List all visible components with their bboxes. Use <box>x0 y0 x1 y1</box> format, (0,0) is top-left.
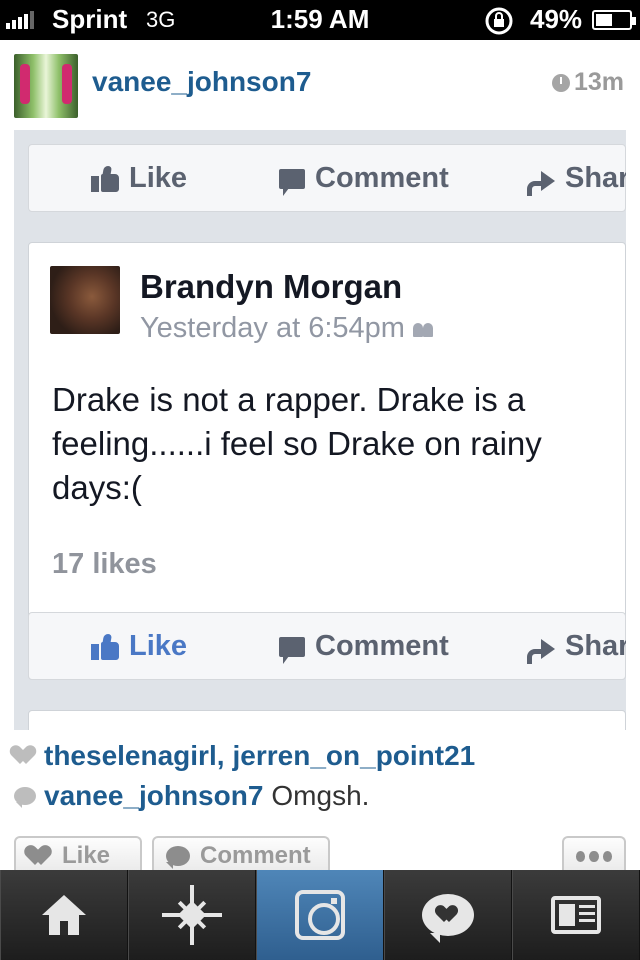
fb-like-action-liked: Like <box>91 630 187 663</box>
comment-bubble-icon <box>279 168 305 196</box>
liker-link[interactable]: jerren_on_point21 <box>233 740 476 772</box>
post-header: vanee_johnson7 13m <box>0 40 640 130</box>
tab-bar <box>0 870 640 960</box>
share-arrow-icon <box>527 169 555 196</box>
status-bar: Sprint 3G 1:59 AM 49% <box>0 0 640 40</box>
tab-home[interactable] <box>0 870 128 960</box>
camera-icon <box>295 890 345 940</box>
fb-author-avatar <box>50 266 120 334</box>
fb-comment-label: Comment <box>315 162 449 194</box>
more-icon <box>576 850 586 862</box>
fb-author-name: Brandyn Morgan <box>140 268 403 305</box>
fb-like-label: Like <box>129 162 188 194</box>
comment-bubble-icon <box>279 636 305 664</box>
post-username[interactable]: vanee_johnson7 <box>92 66 311 98</box>
fb-like-label: Like <box>129 630 188 662</box>
comment-line: vanee_johnson7 Omgsh. <box>14 780 369 812</box>
rotation-lock-icon <box>484 6 514 43</box>
fb-share-action: Shar <box>527 630 626 664</box>
fb-post-body: Drake is not a rapper. Drake is a feelin… <box>52 381 542 506</box>
liker-link[interactable]: theselenagirl <box>44 740 217 772</box>
post-photo[interactable]: Like Comment Shar Brandyn Morgan Yesterd… <box>14 130 626 730</box>
comment-icon <box>166 846 190 869</box>
comment-button-label: Comment <box>200 842 311 869</box>
news-icon <box>422 894 474 943</box>
battery-percent: 49% <box>530 4 583 34</box>
heart-icon <box>14 746 36 766</box>
tab-camera[interactable] <box>256 870 384 960</box>
likes-separator: , <box>216 740 225 771</box>
thumbs-up-icon <box>91 633 119 660</box>
heart-icon <box>28 846 52 866</box>
home-icon <box>42 895 86 935</box>
avatar[interactable] <box>14 54 78 118</box>
likes-line: theselenagirl, jerren_on_point21 <box>14 740 475 772</box>
fb-share-label: Shar <box>565 162 626 194</box>
like-button-label: Like <box>62 842 111 869</box>
comment-button[interactable]: Comment <box>152 836 330 874</box>
friends-icon <box>412 321 435 337</box>
fb-timestamp: Yesterday at 6:54pm <box>140 312 405 344</box>
battery-icon <box>592 10 636 30</box>
profile-icon <box>551 896 601 934</box>
fb-like-action: Like <box>91 162 187 195</box>
fb-share-action: Shar <box>527 162 626 196</box>
fb-share-label: Shar <box>565 630 626 662</box>
comment-text: Omgsh. <box>271 780 370 811</box>
like-button[interactable]: Like <box>14 836 142 874</box>
comment-icon <box>14 787 36 808</box>
fb-comment-action: Comment <box>279 630 449 664</box>
fb-action-bar-top: Like Comment Shar <box>28 144 626 212</box>
fb-comment-action: Comment <box>279 162 449 196</box>
tab-profile[interactable] <box>512 870 640 960</box>
fb-next-card <box>28 710 626 730</box>
tab-news[interactable] <box>384 870 512 960</box>
clock-icon <box>551 73 570 92</box>
comment-author[interactable]: vanee_johnson7 <box>44 780 263 812</box>
fb-post-time: Yesterday at 6:54pm <box>140 312 435 345</box>
share-arrow-icon <box>527 637 555 664</box>
tab-explore[interactable] <box>128 870 256 960</box>
post-timestamp: 13m <box>551 68 624 97</box>
more-button[interactable] <box>562 836 626 874</box>
fb-likes-count: 17 likes <box>52 548 157 580</box>
fb-action-bar-bottom: Like Comment Shar <box>28 612 626 680</box>
post-time-ago: 13m <box>573 68 624 96</box>
explore-icon <box>162 885 222 945</box>
fb-comment-label: Comment <box>315 630 449 662</box>
thumbs-up-icon <box>91 165 119 192</box>
